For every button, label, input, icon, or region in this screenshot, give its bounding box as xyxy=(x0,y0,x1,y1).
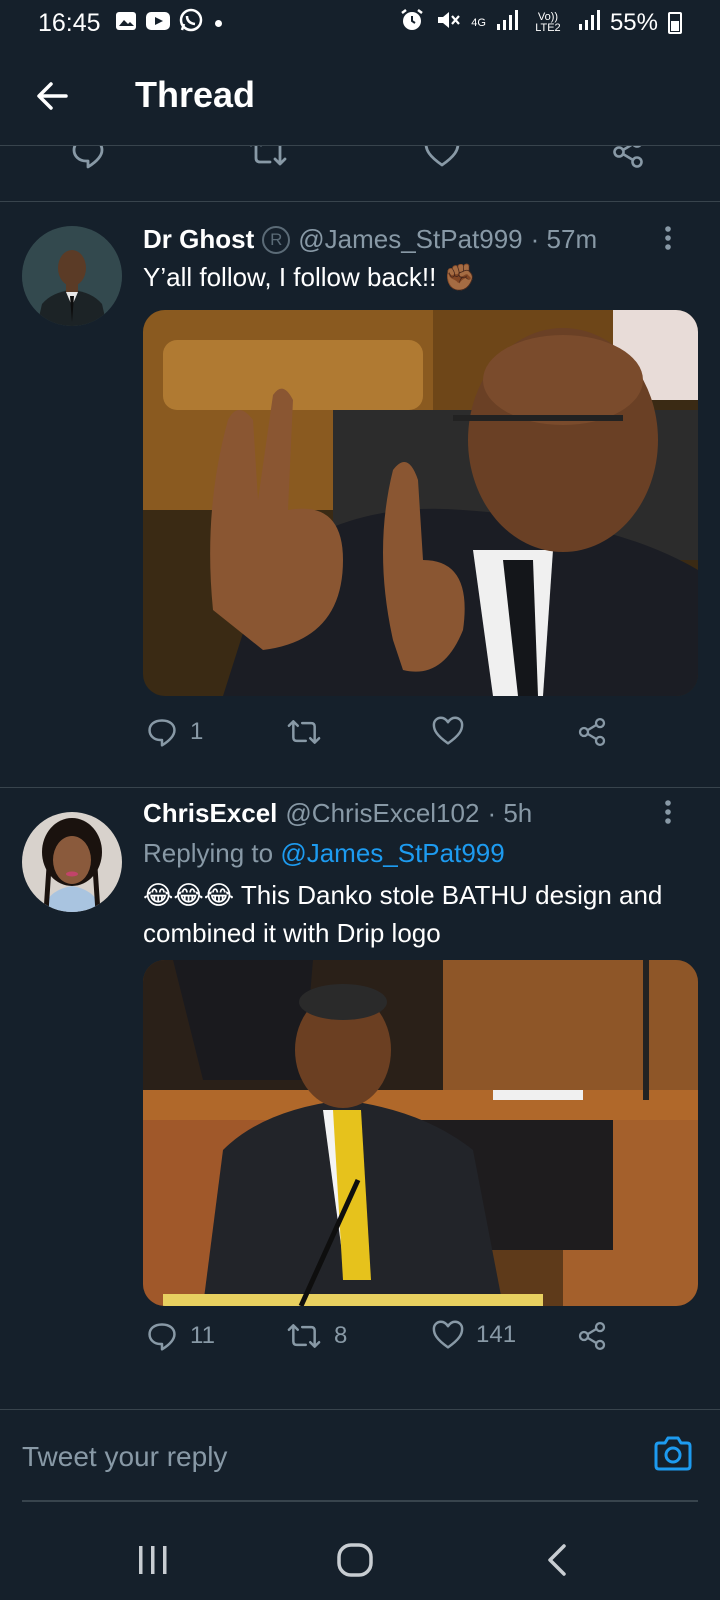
network-type: 4G xyxy=(471,16,486,29)
gallery-icon xyxy=(115,9,137,38)
like-icon[interactable] xyxy=(424,146,460,168)
notification-dot xyxy=(214,19,222,27)
signal-icon-2 xyxy=(578,9,600,38)
previous-tweet-actions xyxy=(0,146,720,202)
share-button[interactable] xyxy=(576,1320,608,1352)
replying-to-label: Replying to xyxy=(143,838,274,868)
avatar[interactable] xyxy=(22,812,122,912)
mute-icon xyxy=(435,8,461,39)
back-nav-icon[interactable] xyxy=(544,1542,570,1583)
share-icon xyxy=(578,1321,606,1351)
author-handle[interactable]: @James_StPat999 xyxy=(298,224,522,255)
tweet-card[interactable]: ChrisExcel @ChrisExcel102 · 5h Replying … xyxy=(0,788,720,1410)
top-bar: Thread xyxy=(0,48,720,146)
author-name[interactable]: Dr Ghost xyxy=(143,224,254,255)
reply-composer xyxy=(0,1412,720,1524)
retweet-icon xyxy=(287,720,321,744)
tweet-time: · 5h xyxy=(487,798,533,828)
heart-icon xyxy=(432,1320,464,1349)
reply-count: 1 xyxy=(190,718,204,745)
share-icon[interactable] xyxy=(610,146,646,170)
share-button[interactable] xyxy=(576,716,608,748)
recent-apps-icon[interactable] xyxy=(136,1542,170,1583)
tweet-text: Y’all follow, I follow back!! ✊🏾 xyxy=(143,262,476,292)
volte-label: Vo)) LTE2 xyxy=(535,11,561,34)
battery-icon xyxy=(668,12,682,34)
retweet-button[interactable]: 8 xyxy=(286,1320,347,1352)
replying-to-mention[interactable]: @James_StPat999 xyxy=(280,838,504,868)
reply-icon[interactable] xyxy=(70,146,106,170)
heart-icon xyxy=(432,716,464,745)
like-count: 141 xyxy=(476,1321,517,1348)
retweet-icon[interactable] xyxy=(248,146,288,170)
share-icon xyxy=(578,717,606,747)
tweet-actions: 1 xyxy=(0,716,720,766)
tweet-actions: 11 8 141 xyxy=(0,1320,720,1370)
reply-icon xyxy=(148,1323,176,1351)
author-name[interactable]: ChrisExcel xyxy=(143,798,277,829)
whatsapp-icon xyxy=(179,8,203,39)
status-bar: 16:45 4G Vo)) LTE2 55% xyxy=(0,0,720,46)
reply-underline xyxy=(22,1500,698,1502)
reply-count: 11 xyxy=(190,1322,215,1349)
battery-percent: 55% xyxy=(609,9,658,36)
status-time: 16:45 xyxy=(38,8,101,37)
reply-input[interactable] xyxy=(22,1432,622,1482)
reply-icon xyxy=(148,719,176,747)
back-arrow-icon[interactable] xyxy=(32,76,72,116)
replying-to: Replying to @James_StPat999 xyxy=(143,838,505,869)
camera-icon[interactable] xyxy=(652,1434,694,1474)
home-icon[interactable] xyxy=(336,1542,374,1583)
reply-button[interactable]: 11 xyxy=(146,1320,215,1352)
tweet-time: · 57m xyxy=(530,224,598,254)
tweet-card[interactable]: Dr Ghost R @James_StPat999 · 57m Y’all f… xyxy=(0,202,720,788)
more-options-icon[interactable] xyxy=(658,224,678,254)
like-button[interactable]: 141 xyxy=(432,1320,516,1350)
alarm-icon xyxy=(399,8,425,39)
like-button[interactable] xyxy=(432,716,476,746)
registered-badge: R xyxy=(262,225,291,254)
tweet-text: 😂😂😂 This Danko stole BATHU design and co… xyxy=(143,880,663,948)
retweet-count: 8 xyxy=(334,1322,348,1349)
page-title: Thread xyxy=(135,74,256,115)
system-nav-bar xyxy=(0,1524,720,1600)
reply-button[interactable]: 1 xyxy=(146,716,203,748)
author-handle[interactable]: @ChrisExcel102 xyxy=(285,798,479,829)
retweet-icon xyxy=(287,1324,321,1348)
retweet-button[interactable] xyxy=(286,716,334,748)
tweet-image[interactable] xyxy=(143,310,698,696)
tweet-image[interactable] xyxy=(143,960,698,1306)
avatar[interactable] xyxy=(22,226,122,326)
more-options-icon[interactable] xyxy=(658,798,678,828)
youtube-icon xyxy=(145,9,171,38)
signal-icon xyxy=(496,9,518,38)
